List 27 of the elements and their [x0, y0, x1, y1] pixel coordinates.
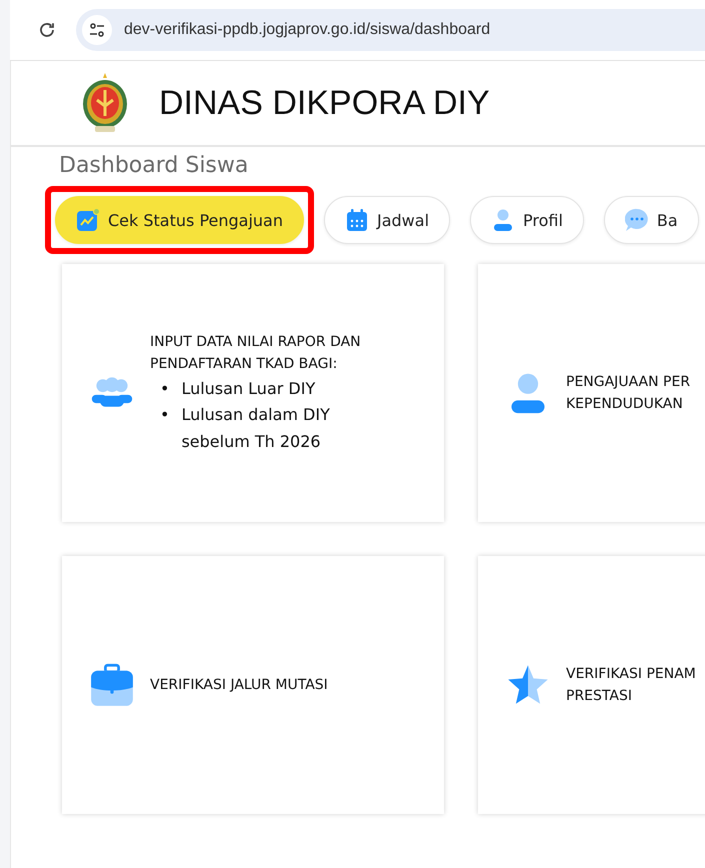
- bullet: •: [160, 378, 170, 400]
- reload-icon[interactable]: [38, 21, 56, 39]
- card-title: VERIFIKASI PENAM PRESTASI: [566, 664, 697, 706]
- nav-button[interactable]: Ba: [604, 196, 699, 244]
- calendar-icon: [345, 208, 369, 232]
- nav-button[interactable]: Profil: [470, 196, 584, 244]
- card-title: VERIFIKASI JALUR MUTASI: [150, 676, 329, 695]
- emblem-icon: [81, 72, 129, 134]
- chat-bubble-icon: [624, 208, 649, 232]
- menu-card[interactable]: INPUT DATA NILAI RAPOR DAN PENDAFTARAN TKAD BAGI: • Lulusan Luar DIY • Lulusan dalam DIY sebelum Th 2026: [62, 264, 444, 522]
- site-settings-icon[interactable]: [89, 22, 105, 38]
- page-title: Dashboard Siswa: [58, 152, 250, 178]
- url-text: dev-verifikasi-ppdb.jogjaprov.go.id/siswa/dashboard: [124, 21, 490, 39]
- list-item: Lulusan Luar DIY: [181, 378, 316, 400]
- menu-card[interactable]: PENGAJUAAN PER KEPENDUDUKAN: [478, 264, 705, 522]
- chart-icon: [76, 208, 100, 232]
- address-bar[interactable]: dev-verifikasi-ppdb.jogjaprov.go.id/siswa/dashboard: [76, 9, 705, 51]
- card-title: PENGAJUAAN PER KEPENDUDUKAN: [566, 372, 692, 414]
- briefcase-icon: [90, 663, 134, 707]
- list-item: Lulusan dalam DIY sebelum Th 2026: [181, 404, 331, 453]
- menu-card[interactable]: VERIFIKASI PENAM PRESTASI: [478, 556, 705, 814]
- nav-button[interactable]: Jadwal: [324, 196, 450, 244]
- card-title: INPUT DATA NILAI RAPOR DAN PENDAFTARAN TKAD BAGI:: [150, 333, 362, 374]
- nav-button[interactable]: Cek Status Pengajuan: [55, 196, 304, 244]
- menu-card[interactable]: VERIFIKASI JALUR MUTASI: [62, 556, 444, 814]
- site-title: DINAS DIKPORA DIY: [159, 84, 490, 122]
- bullet: •: [160, 404, 170, 426]
